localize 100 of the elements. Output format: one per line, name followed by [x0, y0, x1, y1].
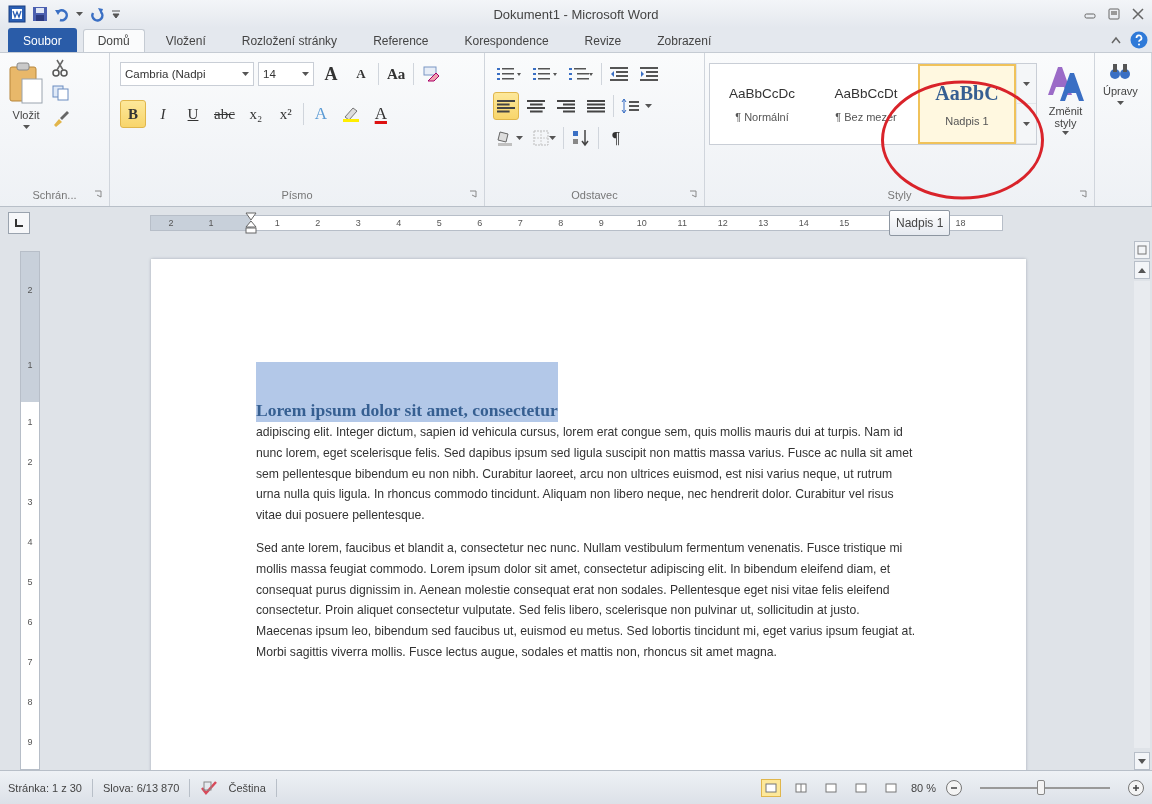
ruler-number: 2: [167, 218, 175, 228]
ribbon-tab[interactable]: Rozložení stránky: [226, 29, 353, 52]
word-logo-icon[interactable]: [8, 5, 26, 23]
shrink-font-button[interactable]: A: [348, 60, 374, 88]
language[interactable]: Čeština: [228, 781, 266, 794]
copy-icon[interactable]: [52, 85, 70, 101]
caret-icon: [549, 136, 556, 140]
window-title: Dokument1 - Microsoft Word: [492, 6, 660, 22]
indent-icon: [610, 66, 628, 82]
ruler-number: 18: [954, 218, 967, 228]
gallery-more-button[interactable]: [1017, 104, 1036, 144]
sub-button[interactable]: x₂: [242, 100, 269, 128]
show-formatting-button[interactable]: ¶: [603, 124, 629, 152]
list-icon: [532, 66, 558, 82]
font-color-button[interactable]: A: [367, 100, 394, 128]
ruler-number: 11: [676, 218, 688, 228]
ruler-number: 4: [27, 536, 33, 549]
ruler-number: 7: [516, 218, 524, 228]
caret-icon: [76, 12, 83, 16]
page-count[interactable]: Stránka: 1 z 30: [8, 781, 82, 794]
close-icon[interactable]: [1132, 8, 1144, 20]
help-icon[interactable]: [1130, 31, 1148, 49]
ruler-toggle-button[interactable]: [1134, 241, 1150, 259]
ruler-number: 8: [27, 696, 33, 709]
scissors-icon[interactable]: [52, 59, 68, 77]
change-styles-button[interactable]: Změnit styly: [1041, 59, 1090, 184]
ruler-number: 8: [557, 218, 565, 228]
ribbon-tab[interactable]: Zobrazení: [642, 29, 727, 52]
customize-toolbar-icon[interactable]: [111, 7, 121, 21]
page-icon: [854, 782, 867, 793]
brush-icon[interactable]: [52, 109, 70, 127]
caret-icon: [1023, 121, 1030, 126]
text-align-icon: [527, 99, 545, 113]
zoom-level[interactable]: 80 %: [910, 781, 936, 794]
sup-button[interactable]: x²: [272, 100, 299, 128]
ribbon-tab[interactable]: Revize: [569, 29, 637, 52]
paste-button[interactable]: Vložit: [4, 59, 48, 184]
ruler-number: 9: [27, 736, 33, 749]
ribbon-tab[interactable]: Domů: [82, 29, 145, 52]
editing-button[interactable]: Úpravy: [1099, 59, 1142, 184]
text-align-icon: [557, 99, 575, 113]
ribbon-tab[interactable]: Reference: [358, 29, 444, 52]
up-arrow-icon: [1138, 267, 1146, 273]
page-icon: [764, 782, 777, 793]
ribbon-tab[interactable]: Vložení: [150, 29, 221, 52]
list-icon: [496, 66, 522, 82]
italic-button[interactable]: I: [150, 100, 176, 128]
ruler-number: 1: [27, 416, 33, 429]
scroll-down-button[interactable]: [1134, 752, 1150, 770]
caret-icon: [645, 104, 652, 108]
word-count[interactable]: Slova: 6/13 870: [103, 781, 180, 794]
undo-icon[interactable]: [54, 6, 70, 22]
ruler-number: 5: [27, 576, 33, 589]
strike-button[interactable]: abc: [210, 100, 239, 128]
ruler-number: 14: [797, 218, 810, 228]
paragraph: Sed ante lorem, faucibus et blandit a, consectetur nec nunc. Nullam vestibulum fermentum venenatis. Fusce tristique mi mollis massa feugiat commodo. Lorem ipsum dolor sit amet, consectetur adipiscing elit. In bibendum eleifend diam, et consequat purus dignissim in. Aenean molestie consequat erat non sodales. Pellentesque eget nisi vitae felis eleifend consectetur. Proin aliquet consectetur vulputate. Sed felis libero, scelerisque non pulvinar ut, sollicitudin at justo. Maecenas ipsum leo, bibendum sed faucibus ut, euismod eu metus. Sed lobortis tincidunt mi, eget varius ipsum feugiat at. Morbi sagittis viverra mollis. Fusce lectus augue, sodales et mattis non, rhoncus sit amet magna.: [256, 540, 916, 661]
binoculars-icon: [1109, 61, 1132, 81]
list-icon: [568, 66, 594, 82]
ruler-number: 2: [27, 456, 33, 469]
caret-icon: [1062, 131, 1069, 135]
ruler-number: 6: [27, 616, 33, 629]
ruler-number: 2: [314, 218, 322, 228]
caret-icon: [516, 136, 523, 140]
file-tab[interactable]: Soubor: [8, 28, 77, 52]
ruler-number: 7: [27, 656, 33, 669]
heading: Lorem ipsum dolor sit amet, consectetur: [256, 399, 558, 422]
indent-marker-icon[interactable]: [245, 212, 257, 234]
zoom-slider-thumb[interactable]: [1037, 779, 1046, 795]
down-arrow-icon: [1138, 758, 1146, 764]
clipboard-icon: [8, 61, 44, 105]
caret-icon: [1023, 81, 1030, 86]
page-icon: [884, 782, 897, 793]
ruler-number: 1: [207, 218, 215, 228]
ruler-number: 13: [757, 218, 770, 228]
zoom-out-button[interactable]: [946, 779, 962, 796]
align-left-button[interactable]: [493, 92, 519, 120]
caret-icon: [22, 125, 30, 129]
indent-icon: [640, 66, 658, 82]
change-case-button[interactable]: Aa: [383, 60, 410, 88]
save-icon[interactable]: [32, 6, 48, 22]
plus-icon: [1132, 783, 1140, 792]
restore-icon[interactable]: [1108, 8, 1120, 20]
redo-icon[interactable]: [89, 6, 105, 22]
grow-font-button[interactable]: A: [318, 60, 344, 88]
underline-button[interactable]: U: [180, 100, 206, 128]
font-size-field[interactable]: 14: [258, 62, 314, 86]
tab-selector-button[interactable]: [8, 212, 30, 234]
font-name-field[interactable]: Cambria (Nadpi: [120, 62, 254, 86]
style-item[interactable]: AaBbC Nadpis 1: [918, 64, 1016, 144]
page-icon: [824, 782, 837, 793]
ruler-number: 3: [354, 218, 362, 228]
ruler-number: 6: [476, 218, 484, 228]
gallery-down-button[interactable]: [1017, 64, 1036, 104]
ribbon-tab[interactable]: Korespondence: [449, 29, 564, 52]
collapse-ribbon-icon[interactable]: [1110, 35, 1122, 45]
zoom-in-button[interactable]: [1128, 779, 1144, 796]
scroll-up-button[interactable]: [1134, 261, 1150, 279]
ruler-number: 1: [27, 358, 33, 372]
bold-button[interactable]: B: [120, 100, 146, 128]
proofing-icon[interactable]: [200, 779, 219, 796]
